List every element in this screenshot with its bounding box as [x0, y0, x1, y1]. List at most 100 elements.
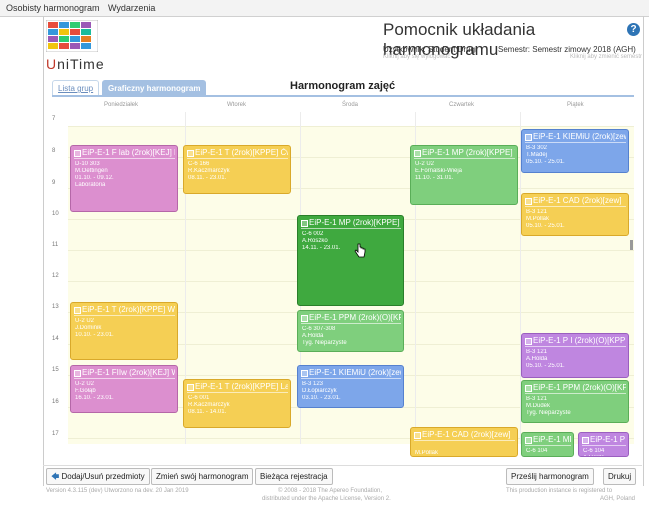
class-event-block[interactable]: EiP-E-1 MP C-6 104	[521, 432, 574, 457]
event-detail: B-3 302	[526, 145, 548, 151]
copyright-line-2: distributed under the Apache License, Ve…	[262, 496, 391, 502]
hour-label: 9	[52, 180, 56, 186]
event-detail: 08.11. - 14.01.	[188, 409, 227, 415]
logo-text: UniTime	[46, 56, 105, 72]
hour-label: 7	[52, 116, 56, 122]
event-title: EiP-E-1 PPM (2rok)(O)[KPPE]	[525, 383, 626, 394]
help-icon[interactable]: ?	[627, 23, 640, 36]
event-detail: B-3 121	[526, 396, 548, 402]
day-header-thu: Czwartek	[449, 102, 475, 108]
event-title: EiP-E-1 PPM (2rok)(O)[KPPE]	[301, 313, 401, 324]
current-registration-button[interactable]: Bieżąca rejestracja	[255, 468, 333, 485]
event-detail: B-3 123	[302, 381, 324, 387]
event-instructor: E.Fornalski-Wieja	[415, 168, 463, 174]
class-event-block[interactable]: EiP-E-1 PPM (2rok)(O)[KPPE] B-3 121M.Dude…	[521, 380, 629, 423]
day-header-mon: Poniedziałek	[104, 102, 139, 108]
event-instructor: A.Holda	[526, 356, 548, 362]
user-sub-hint: Kliknij aby się wylogować	[383, 54, 451, 60]
class-event-block[interactable]: EiP-E-1 T (2rok)[KPPE] Lab C-6 001 R.Kaczm…	[183, 379, 291, 428]
event-detail: 05.10. - 25.01.	[526, 159, 565, 165]
event-title: EiP-E-1 P I	[582, 435, 626, 446]
hour-label: 12	[52, 273, 59, 279]
hour-label: 16	[52, 399, 59, 405]
class-event-block[interactable]: EiP-E-1 CAD (2rok)[zew] B-3 121 M.Pollak 05…	[521, 193, 629, 236]
class-event-block[interactable]: EiP-E-1 MP (2rok)[KPPE] Lab C-6 002A.Rosz…	[297, 215, 404, 306]
tab-underline	[52, 95, 634, 97]
event-detail: U-2 U2	[75, 318, 95, 324]
event-detail: Tyg. Nieparzyste	[526, 410, 571, 416]
event-detail: 05.10. - 25.01.	[526, 223, 565, 229]
event-title: EiP-E-1 FIIw (2rok)[KEJ] Wyk	[74, 368, 175, 379]
top-menu-bar: Osobisty harmonogram Wydarzenia	[0, 0, 649, 17]
vertical-scrollbar[interactable]	[628, 112, 635, 444]
hour-label: 8	[52, 148, 56, 154]
session-label[interactable]: Semestr: Semestr zimowy 2018 (AGH)	[498, 45, 636, 54]
event-title: EiP-E-1 CAD (2rok)[zew]	[414, 430, 515, 441]
event-instructor: M.Pollak	[526, 216, 550, 222]
event-title: EiP-E-1 KIEMiU (2rok)[zew]	[525, 132, 626, 143]
class-event-block[interactable]: EiP-E-1 F lab (2rok)[KEJ] Lab D-10 303M.O…	[70, 145, 178, 212]
class-event-block[interactable]: EiP-E-1 PPM (2rok)(O)[KPPE] C-6 307-308A.…	[297, 310, 404, 352]
event-title: EiP-E-1 MP	[525, 435, 571, 446]
event-instructor: M.Pollak	[415, 450, 439, 456]
add-remove-courses-label: Dodaj/Usuń przedmioty	[61, 472, 145, 481]
event-detail: C-6 104	[583, 448, 605, 454]
event-detail: 03.10. - 23.01.	[302, 395, 341, 401]
event-detail: C-6 001	[188, 395, 210, 401]
version-info: Version 4.3.115 (dev) Utworzono na dev. …	[46, 488, 189, 494]
tab-graphic-schedule[interactable]: Graficzny harmonogram	[102, 80, 207, 96]
event-detail: C-6 307-308	[302, 326, 336, 332]
hand-cursor-icon	[354, 243, 366, 258]
class-event-block[interactable]: EiP-E-1 MP (2rok)[KPPE] Wyk U-2 U2E.Forna…	[410, 145, 518, 205]
event-title: EiP-E-1 P I (2rok)(O)[KPPE]	[525, 336, 626, 347]
class-event-block[interactable]: EiP-E-1 FIIw (2rok)[KEJ] Wyk U-2 U2F.Gołą…	[70, 365, 178, 413]
class-event-block[interactable]: EiP-E-1 P I C-6 104A.Holda	[578, 432, 629, 457]
event-instructor: A.Holda	[302, 333, 324, 339]
send-schedule-button[interactable]: Prześlij harmonogram	[506, 468, 594, 485]
event-detail: 01.10. - 09.12.	[75, 175, 114, 181]
event-title: EiP-E-1 T (2rok)[KPPE] Ćw	[187, 148, 288, 159]
hour-label: 15	[52, 367, 59, 373]
schedule-title: Harmonogram zajęć	[290, 80, 396, 92]
hour-label: 17	[52, 431, 59, 437]
menu-item-personal-schedule[interactable]: Osobisty harmonogram	[6, 3, 100, 13]
event-instructor: J.Dominik	[75, 325, 102, 331]
event-detail: 08.11. - 23.01.	[188, 175, 227, 181]
class-event-block[interactable]: EiP-E-1 KIEMiU (2rok)[zew] B-3 123 D.Łopia…	[297, 365, 404, 408]
session-sub-hint: Kliknij aby zmienić semestr	[570, 54, 643, 60]
event-detail: U-2 U2	[75, 381, 95, 387]
class-event-block[interactable]: EiP-E-1 T (2rok)[KPPE] Wyk U-2 U2 J.Domini…	[70, 302, 178, 360]
print-button[interactable]: Drukuj	[603, 468, 637, 485]
event-detail: C-6 002	[302, 231, 324, 237]
class-event-block[interactable]: EiP-E-1 T (2rok)[KPPE] Ćw C-6 166 R.Kaczma…	[183, 145, 291, 194]
hour-label: 10	[52, 211, 59, 217]
event-detail: C-6 104	[526, 448, 548, 454]
day-header-wed: Środa	[342, 102, 359, 108]
event-detail: U-2 U2	[415, 161, 435, 167]
registration-notice-line-1: This production instance is registered t…	[506, 488, 613, 494]
event-instructor: R.Kaczmarczyk	[188, 402, 230, 408]
class-event-block[interactable]: EiP-E-1 P I (2rok)(O)[KPPE] B-3 121 A.Hold…	[521, 333, 629, 378]
event-detail: 14.11. - 23.01.	[302, 245, 341, 251]
event-detail: 11.10. - 31.01.	[415, 175, 454, 181]
event-detail: Laboratoria	[75, 182, 106, 188]
hour-label: 13	[52, 304, 59, 310]
add-remove-courses-button[interactable]: 🡄 Dodaj/Usuń przedmioty	[46, 468, 150, 485]
event-instructor: R.Kaczmarczyk	[188, 168, 230, 174]
change-schedule-button[interactable]: Zmień swój harmonogram	[151, 468, 254, 485]
event-instructor: M.Dudek	[526, 403, 551, 409]
event-detail: Tyg. Nieparzyste	[302, 340, 347, 346]
day-header-tue: Wtorek	[227, 102, 247, 108]
user-label[interactable]: Użytkownik: Student Drugi	[383, 45, 477, 54]
scrollbar-thumb[interactable]	[630, 240, 633, 250]
class-event-block[interactable]: EiP-E-1 KIEMiU (2rok)[zew] B-3 302 T.Madej…	[521, 129, 629, 173]
day-header-fri: Piątek	[567, 102, 584, 108]
class-event-block[interactable]: EiP-E-1 CAD (2rok)[zew] M.Pollak	[410, 427, 518, 457]
event-title: EiP-E-1 MP (2rok)[KPPE] Wyk	[414, 148, 515, 159]
menu-item-events[interactable]: Wydarzenia	[108, 3, 155, 13]
copyright-line-1: © 2008 - 2018 The Apereo Foundation,	[278, 488, 383, 494]
event-title: EiP-E-1 MP (2rok)[KPPE] Lab	[301, 218, 401, 229]
tab-group-list[interactable]: Lista grup	[52, 80, 100, 96]
hour-label: 11	[52, 242, 59, 248]
event-title: EiP-E-1 T (2rok)[KPPE] Lab	[187, 382, 288, 393]
